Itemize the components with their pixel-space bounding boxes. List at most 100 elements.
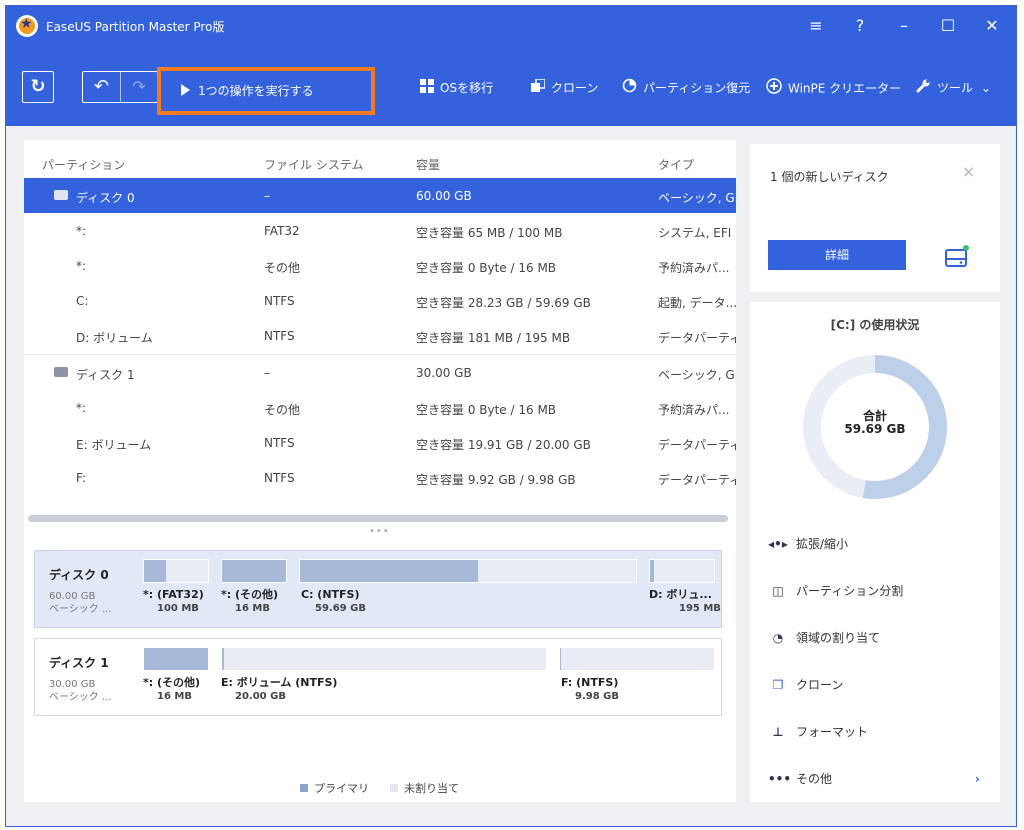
winpe-creator-button[interactable]: WinPE クリエーター: [766, 78, 901, 98]
cell-filesystem: その他: [264, 403, 301, 417]
notice-text: 1 個の新しいディスク: [770, 170, 889, 184]
redo-icon: ↷: [132, 77, 146, 96]
maximize-icon[interactable]: ☐: [936, 14, 960, 38]
resize-icon: ◂•▸: [768, 537, 788, 551]
table-row[interactable]: C: NTFS 空き容量 28.23 GB / 59.69 GB 起動, データ…: [24, 283, 736, 318]
execute-label: 1つの操作を実行する: [198, 84, 314, 98]
cell-type: 起動, データ...: [658, 296, 736, 310]
partition-bar[interactable]: [143, 559, 209, 583]
table-row-disk0[interactable]: ディスク 0 – 60.00 GB ベーシック, GP: [24, 178, 736, 213]
partition-label: *: (FAT32): [143, 588, 204, 601]
cell-filesystem: –: [264, 366, 270, 380]
play-icon: [181, 84, 190, 96]
partition-bar[interactable]: [649, 559, 715, 583]
allocate-icon: ◔: [772, 631, 784, 645]
cell-filesystem: –: [264, 189, 270, 203]
redo-button[interactable]: ↷: [121, 72, 157, 102]
chevron-down-icon: ⌄: [980, 81, 991, 95]
partition-recovery-button[interactable]: パーティション復元: [622, 78, 750, 98]
action-label: クローン: [796, 678, 844, 692]
header-filesystem: ファイル システム: [264, 158, 364, 172]
action-more[interactable]: ••• その他 ›: [768, 767, 988, 791]
legend-unallocated: 未割り当て: [390, 780, 459, 796]
partition-bar[interactable]: [221, 647, 547, 671]
winpe-icon: [766, 78, 782, 100]
cell-partition: C:: [76, 294, 89, 308]
resize-grip-icon[interactable]: •••: [369, 526, 390, 537]
toolbar: ↻ ↶ ↷ 1つの操作を実行する OSを移行 クローン パーティション復元 Wi…: [6, 46, 1016, 126]
tools-menu-button[interactable]: ツール ⌄: [916, 78, 991, 98]
table-row[interactable]: E: ボリューム NTFS 空き容量 19.91 GB / 20.00 GB デ…: [24, 425, 736, 460]
cell-filesystem: NTFS: [264, 471, 295, 485]
cell-partition: ディスク 0: [76, 191, 135, 205]
partition-label: F: (NTFS): [561, 676, 619, 689]
partition-bar[interactable]: [221, 559, 287, 583]
cell-capacity: 空き容量 9.92 GB / 9.98 GB: [416, 473, 576, 487]
clone-button[interactable]: クローン: [531, 77, 598, 99]
details-button[interactable]: 詳細: [768, 240, 906, 270]
undo-button[interactable]: ↶: [83, 72, 121, 102]
legend-primary-label: プライマリ: [314, 782, 369, 795]
partition-size: 100 MB: [157, 603, 199, 614]
action-allocate-space[interactable]: ◔ 領域の割り当て: [768, 626, 988, 650]
cell-type: ベーシック, GP: [658, 368, 736, 382]
partition-label: *: (その他): [221, 588, 279, 601]
cell-filesystem: NTFS: [264, 329, 295, 343]
horizontal-scrollbar[interactable]: [28, 515, 728, 522]
cell-capacity: 空き容量 181 MB / 195 MB: [416, 331, 571, 345]
table-row[interactable]: *: その他 空き容量 0 Byte / 16 MB 予約済みパ...: [24, 390, 736, 425]
action-resize-move[interactable]: ◂•▸ 拡張/縮小: [768, 532, 988, 556]
table-row[interactable]: F: NTFS 空き容量 9.92 GB / 9.98 GB データパーティ: [24, 460, 736, 495]
diskmap-disk1[interactable]: ディスク 1 30.00 GB ベーシック ... *: (その他) 16 MB…: [34, 638, 722, 716]
cell-partition: E: ボリューム: [76, 438, 152, 452]
more-icon: •••: [768, 772, 792, 786]
cell-partition: D: ボリューム: [76, 331, 153, 345]
diskmap-disk-size: 30.00 GB: [49, 679, 96, 690]
chevron-right-icon: ›: [975, 772, 980, 786]
action-clone[interactable]: ❐ クローン: [768, 673, 988, 697]
undo-redo-group: ↶ ↷: [82, 71, 158, 103]
clone-icon: [531, 77, 546, 99]
diskmap-disk0[interactable]: ディスク 0 60.00 GB ベーシック ... *: (FAT32) 100…: [34, 550, 722, 628]
undo-icon: ↶: [93, 76, 110, 97]
cell-capacity: 30.00 GB: [416, 366, 472, 380]
partition-size: 59.69 GB: [315, 603, 366, 614]
migrate-os-button[interactable]: OSを移行: [420, 78, 493, 98]
cell-capacity: 空き容量 28.23 GB / 59.69 GB: [416, 296, 591, 310]
partition-bar[interactable]: [143, 647, 209, 671]
table-row-disk1[interactable]: ディスク 1 – 30.00 GB ベーシック, GP: [24, 355, 736, 390]
close-icon[interactable]: ✕: [980, 14, 1004, 38]
menu-icon[interactable]: ≡: [804, 14, 828, 38]
cell-partition: *:: [76, 401, 87, 415]
cell-type: データパーティ: [658, 438, 736, 452]
refresh-button[interactable]: ↻: [22, 71, 54, 103]
usage-donut: 合計 59.69 GB: [800, 352, 950, 502]
table-row[interactable]: *: FAT32 空き容量 65 MB / 100 MB システム, EFI: [24, 213, 736, 248]
cell-type: システム, EFI: [658, 226, 732, 240]
cell-filesystem: その他: [264, 261, 301, 275]
action-label: その他: [796, 772, 833, 786]
header-partition: パーティション: [42, 158, 126, 172]
cell-partition: *:: [76, 259, 87, 273]
partition-bar[interactable]: [299, 559, 637, 583]
recovery-icon: [622, 78, 637, 99]
partition-bar[interactable]: [559, 647, 715, 671]
action-label: フォーマット: [796, 725, 869, 739]
help-icon[interactable]: ?: [848, 14, 872, 38]
execute-operations-button[interactable]: 1つの操作を実行する: [157, 67, 375, 115]
cell-type: 予約済みパ...: [658, 403, 730, 417]
winpe-label: WinPE クリエーター: [788, 81, 902, 96]
table-row[interactable]: *: その他 空き容量 0 Byte / 16 MB 予約済みパ...: [24, 248, 736, 283]
partition-used-fill: [650, 560, 655, 582]
action-split-partition[interactable]: ◫ パーティション分割: [768, 579, 988, 603]
diskmap-disk-kind: ベーシック ...: [49, 692, 112, 703]
minimize-icon[interactable]: –: [892, 14, 916, 38]
donut-total-value: 59.69 GB: [844, 422, 906, 436]
action-format[interactable]: ⊥ フォーマット: [768, 720, 988, 744]
diskmap-disk-name: ディスク 1: [49, 656, 109, 670]
close-notice-icon[interactable]: ×: [962, 162, 975, 181]
cell-capacity: 空き容量 19.91 GB / 20.00 GB: [416, 438, 591, 452]
table-row[interactable]: D: ボリューム NTFS 空き容量 181 MB / 195 MB データパー…: [24, 318, 736, 353]
new-disk-notice: 1 個の新しいディスク × 詳細: [750, 144, 1000, 292]
partition-used-fill: [222, 648, 224, 670]
